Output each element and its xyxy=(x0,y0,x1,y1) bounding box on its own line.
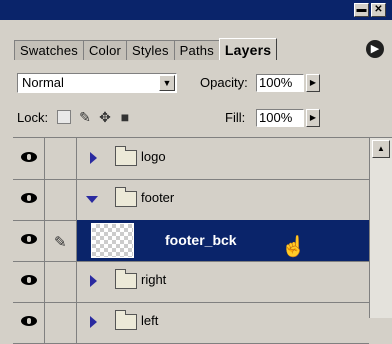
layer-row-right[interactable]: right xyxy=(13,261,369,303)
brush-icon: ✎ xyxy=(54,234,67,251)
layer-row-logo[interactable]: logo xyxy=(13,138,369,180)
tab-paths[interactable]: Paths xyxy=(173,40,220,60)
lock-move-icon[interactable]: ✥ xyxy=(97,109,113,125)
eye-icon xyxy=(21,193,37,203)
panel-tabs: Swatches Color Styles Paths Layers ▶ xyxy=(0,20,392,64)
expand-arrow-icon[interactable] xyxy=(90,275,97,287)
tab-color[interactable]: Color xyxy=(82,40,128,60)
layer-name: left xyxy=(141,313,159,328)
folder-icon xyxy=(115,146,137,166)
eye-icon xyxy=(21,234,37,244)
layer-name: right xyxy=(141,272,167,287)
visibility-toggle[interactable] xyxy=(13,220,45,261)
blend-row: Normal ▼ Opacity: 100% ▶ xyxy=(0,64,392,102)
visibility-toggle[interactable] xyxy=(13,179,45,220)
opacity-slider-arrow-icon[interactable]: ▶ xyxy=(306,74,320,92)
layer-name: footer_bck xyxy=(165,232,237,248)
folder-icon xyxy=(115,310,137,330)
chevron-down-icon[interactable]: ▼ xyxy=(159,75,175,91)
fill-label: Fill: xyxy=(225,110,246,125)
link-cell[interactable] xyxy=(45,138,77,179)
layer-row-footer[interactable]: footer xyxy=(13,179,369,221)
layer-row-footer-bck[interactable]: ✎ footer_bck xyxy=(13,220,369,262)
close-icon[interactable]: ✕ xyxy=(371,3,386,17)
eye-icon xyxy=(21,316,37,326)
layers-list: logo footer ✎ footer_bck right left ☝ ▲ xyxy=(13,137,392,344)
blend-mode-select[interactable]: Normal ▼ xyxy=(17,73,177,93)
fill-input[interactable]: 100% xyxy=(256,109,304,127)
link-cell[interactable] xyxy=(45,179,77,220)
lock-transparency-icon[interactable] xyxy=(57,110,71,124)
scroll-up-icon[interactable]: ▲ xyxy=(372,140,390,158)
opacity-input[interactable]: 100% xyxy=(256,74,304,92)
layers-scrollbar[interactable]: ▲ xyxy=(369,138,392,318)
layer-row-left[interactable]: left xyxy=(13,302,369,344)
collapse-arrow-icon[interactable] xyxy=(86,196,98,203)
tab-styles[interactable]: Styles xyxy=(126,40,175,60)
link-cell[interactable] xyxy=(45,302,77,343)
lock-label: Lock: xyxy=(17,110,49,125)
folder-icon xyxy=(115,269,137,289)
link-cell[interactable] xyxy=(45,261,77,302)
folder-icon xyxy=(115,187,137,207)
visibility-toggle[interactable] xyxy=(13,302,45,343)
eye-icon xyxy=(21,152,37,162)
lock-all-icon[interactable]: ■ xyxy=(117,109,133,125)
tab-swatches[interactable]: Swatches xyxy=(14,40,84,60)
eye-icon xyxy=(21,275,37,285)
layer-thumbnail xyxy=(91,223,134,258)
lock-brush-icon[interactable]: ✎ xyxy=(77,109,93,125)
hand-cursor-icon: ☝ xyxy=(281,236,306,258)
fill-slider-arrow-icon[interactable]: ▶ xyxy=(306,109,320,127)
visibility-toggle[interactable] xyxy=(13,261,45,302)
lock-row: Lock: ✎ ✥ ■ Fill: 100% ▶ xyxy=(0,102,392,132)
visibility-toggle[interactable] xyxy=(13,138,45,179)
blend-mode-value: Normal xyxy=(22,75,64,90)
link-cell[interactable]: ✎ xyxy=(45,220,77,261)
expand-arrow-icon[interactable] xyxy=(90,152,97,164)
opacity-label: Opacity: xyxy=(200,75,248,90)
panel-titlebar: ▬ ✕ xyxy=(0,0,392,20)
minimize-icon[interactable]: ▬ xyxy=(354,3,369,17)
panel-menu-arrow-icon[interactable]: ▶ xyxy=(366,40,384,58)
layer-name: logo xyxy=(141,149,166,164)
expand-arrow-icon[interactable] xyxy=(90,316,97,328)
layer-name: footer xyxy=(141,190,175,205)
tab-layers[interactable]: Layers xyxy=(218,38,278,60)
